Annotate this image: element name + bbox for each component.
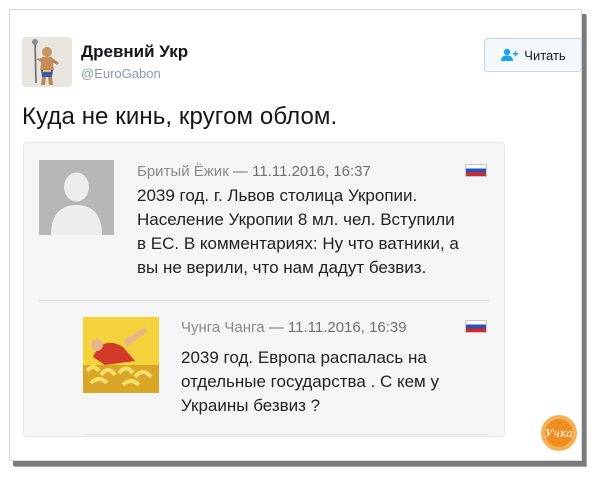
comment-line: в ЕС. В комментариях: Ну что ватники, а [137,234,459,253]
comment-avatar-placeholder [39,160,114,235]
comment-line: 2039 год. г. Львов столица Укропии. [137,186,418,205]
comment-body-2: 2039 год. Европа распалась на отдельные … [181,346,439,418]
comment-header-2: Чунга Чанга — 11.11.2016, 16:39 [181,319,407,336]
follow-button[interactable]: Читать [484,38,582,72]
comment-meta-2: — 11.11.2016, 16:39 [264,319,407,336]
russia-flag-icon [465,164,487,177]
follow-button-label: Читать [524,47,566,63]
russia-flag-icon [465,320,487,333]
author-avatar[interactable] [22,37,72,87]
author-handle[interactable]: @EuroGabon [81,66,161,81]
site-watermark-logo: Учка [540,414,578,452]
add-user-icon [500,48,519,62]
watermark-text: Учка [545,427,573,440]
bananas-image [83,317,159,393]
comment-header-1: Бритый Ёжик — 11.11.2016, 16:37 [137,163,371,180]
comment-line: отдельные государства . С кем у [181,372,439,391]
comment-author-2[interactable]: Чунга Чанга [181,319,265,336]
tweet-text: Куда не кинь, кругом облом. [22,103,338,130]
comment-author-1[interactable]: Бритый Ёжик [137,163,229,180]
comment-divider [39,300,489,301]
comment-meta-1: — 11.11.2016, 16:37 [228,163,371,180]
comment-body-1: 2039 год. г. Львов столица Укропии. Насе… [137,184,459,280]
avatar-image [22,37,72,87]
comment-divider [83,434,489,435]
author-name[interactable]: Древний Укр [81,42,188,62]
comment-avatar-photo [83,317,159,393]
comment-line: 2039 год. Европа распалась на [181,348,427,367]
comment-line: Население Укропии 8 мл. чел. Вступили [137,210,455,229]
comment-line: вы не верили, что нам дадут безвиз. [137,258,427,277]
user-silhouette-icon [39,160,114,235]
comment-line: Украины безвиз ? [181,396,321,415]
